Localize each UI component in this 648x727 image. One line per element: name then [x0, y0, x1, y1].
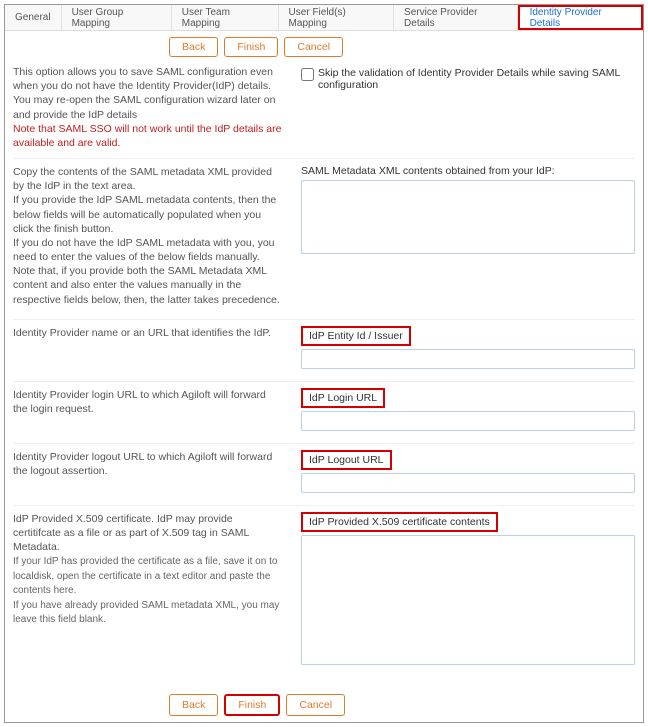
top-button-row: Back Finish Cancel: [5, 31, 643, 63]
tab-general[interactable]: General: [5, 5, 62, 30]
tab-service-provider-details[interactable]: Service Provider Details: [394, 5, 518, 30]
tab-identity-provider-details[interactable]: Identity Provider Details: [518, 5, 643, 30]
certificate-description: IdP Provided X.509 certificate. IdP may …: [13, 512, 283, 627]
skip-option-description: This option allows you to save SAML conf…: [13, 65, 283, 150]
certificate-label: IdP Provided X.509 certificate contents: [301, 512, 498, 532]
tab-user-team-mapping[interactable]: User Team Mapping: [172, 5, 279, 30]
entity-id-label: IdP Entity Id / Issuer: [301, 326, 411, 346]
metadata-description: Copy the contents of the SAML metadata X…: [13, 165, 283, 307]
metadata-label: SAML Metadata XML contents obtained from…: [301, 165, 635, 177]
logout-url-label: IdP Logout URL: [301, 450, 392, 470]
finish-button-bottom[interactable]: Finish: [224, 694, 280, 716]
tab-bar: General User Group Mapping User Team Map…: [5, 5, 643, 31]
cancel-button-bottom[interactable]: Cancel: [286, 694, 345, 716]
skip-validation-option[interactable]: Skip the validation of Identity Provider…: [301, 67, 635, 91]
logout-url-description: Identity Provider logout URL to which Ag…: [13, 450, 283, 478]
metadata-xml-textarea[interactable]: [301, 180, 635, 254]
skip-validation-checkbox[interactable]: [301, 68, 314, 81]
bottom-button-row: Back Finish Cancel: [5, 688, 643, 722]
tab-user-group-mapping[interactable]: User Group Mapping: [62, 5, 172, 30]
finish-button[interactable]: Finish: [224, 37, 278, 57]
entity-id-input[interactable]: [301, 349, 635, 369]
back-button[interactable]: Back: [169, 37, 218, 57]
certificate-textarea[interactable]: [301, 535, 635, 665]
cancel-button[interactable]: Cancel: [284, 37, 343, 57]
login-url-input[interactable]: [301, 411, 635, 431]
login-url-description: Identity Provider login URL to which Agi…: [13, 388, 283, 416]
login-url-label: IdP Login URL: [301, 388, 385, 408]
tab-user-fields-mapping[interactable]: User Field(s) Mapping: [279, 5, 395, 30]
back-button-bottom[interactable]: Back: [169, 694, 218, 716]
skip-validation-label: Skip the validation of Identity Provider…: [318, 67, 635, 91]
entity-id-description: Identity Provider name or an URL that id…: [13, 326, 283, 340]
logout-url-input[interactable]: [301, 473, 635, 493]
